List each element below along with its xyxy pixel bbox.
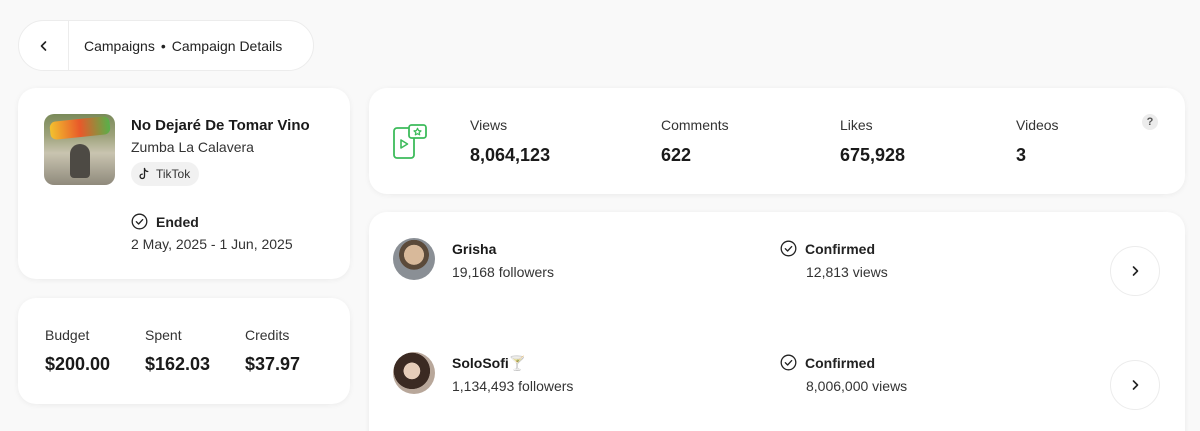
check-circle-icon — [131, 213, 148, 230]
creator-views: 12,813 views — [806, 264, 888, 280]
check-circle-icon — [780, 240, 797, 257]
budget-value: $200.00 — [45, 354, 111, 374]
song-artist: Zumba La Calavera — [131, 139, 254, 155]
stat-value: 8,064,123 — [470, 145, 551, 165]
chevron-right-icon — [1132, 380, 1139, 390]
spent-item: Spent $162.03 — [145, 327, 210, 375]
spent-value: $162.03 — [145, 354, 211, 374]
stat-label: Comments — [661, 117, 729, 133]
platform-badge: TikTok — [131, 162, 200, 186]
platform-label: TikTok — [156, 167, 191, 181]
stat-value: 3 — [1016, 145, 1027, 165]
stat-label: Views — [470, 117, 508, 133]
creator-status: Confirmed — [780, 240, 875, 257]
stats-card: Views 8,064,123 Comments 622 Likes 675,9… — [369, 88, 1185, 194]
avatar — [393, 352, 435, 394]
creator-row[interactable]: SoloSofi🍸 1,134,493 followers Confirmed … — [369, 326, 1185, 410]
creator-followers: 1,134,493 followers — [452, 378, 574, 394]
budget-item: Budget $200.00 — [45, 327, 110, 375]
stat-likes: Likes 675,928 — [840, 117, 905, 166]
budget-card: Budget $200.00 Spent $162.03 Credits $37… — [18, 298, 350, 404]
open-creator-button[interactable] — [1110, 360, 1160, 410]
breadcrumb-campaign-details: Campaign Details — [171, 38, 283, 54]
song-card: No Dejaré De Tomar Vino Zumba La Calaver… — [18, 88, 350, 279]
creator-status-label: Confirmed — [805, 240, 875, 257]
creator-row[interactable]: Grisha 19,168 followers Confirmed 12,813… — [369, 212, 1185, 296]
creator-name: SoloSofi🍸 — [452, 355, 527, 371]
stat-value: 622 — [661, 145, 692, 165]
creator-followers: 19,168 followers — [452, 264, 554, 280]
stat-value: 675,928 — [840, 145, 906, 165]
song-title: No Dejaré De Tomar Vino — [131, 117, 310, 134]
chevron-right-icon — [1132, 266, 1139, 276]
spent-label: Spent — [145, 327, 182, 343]
song-cover-image — [44, 114, 115, 185]
campaign-dates: 2 May, 2025 - 1 Jun, 2025 — [131, 236, 293, 252]
credits-item: Credits $37.97 — [245, 327, 300, 375]
creators-card: Grisha 19,168 followers Confirmed 12,813… — [369, 212, 1185, 431]
chevron-left-icon — [40, 40, 46, 51]
video-phone-icon — [393, 124, 427, 159]
campaign-status: Ended — [131, 213, 199, 230]
breadcrumb: Campaigns • Campaign Details — [18, 20, 314, 71]
stat-videos: Videos 3 — [1016, 117, 1059, 166]
breadcrumb-campaigns[interactable]: Campaigns — [84, 38, 155, 54]
back-button[interactable] — [19, 21, 69, 70]
tiktok-icon — [139, 167, 149, 180]
stat-comments: Comments 622 — [661, 117, 729, 166]
creator-views: 8,006,000 views — [806, 378, 908, 394]
credits-label: Credits — [245, 327, 290, 343]
status-label: Ended — [156, 213, 199, 230]
creator-status-label: Confirmed — [805, 354, 875, 371]
open-creator-button[interactable] — [1110, 246, 1160, 296]
avatar — [393, 238, 435, 280]
stat-label: Videos — [1016, 117, 1059, 133]
creator-name: Grisha — [452, 241, 497, 257]
check-circle-icon — [780, 354, 797, 371]
credits-value: $37.97 — [245, 354, 301, 374]
stat-views: Views 8,064,123 — [470, 117, 550, 166]
breadcrumb-separator: • — [160, 38, 166, 54]
help-icon[interactable]: ? — [1142, 114, 1158, 130]
creator-status: Confirmed — [780, 354, 875, 371]
stat-label: Likes — [840, 117, 873, 133]
budget-label: Budget — [45, 327, 90, 343]
